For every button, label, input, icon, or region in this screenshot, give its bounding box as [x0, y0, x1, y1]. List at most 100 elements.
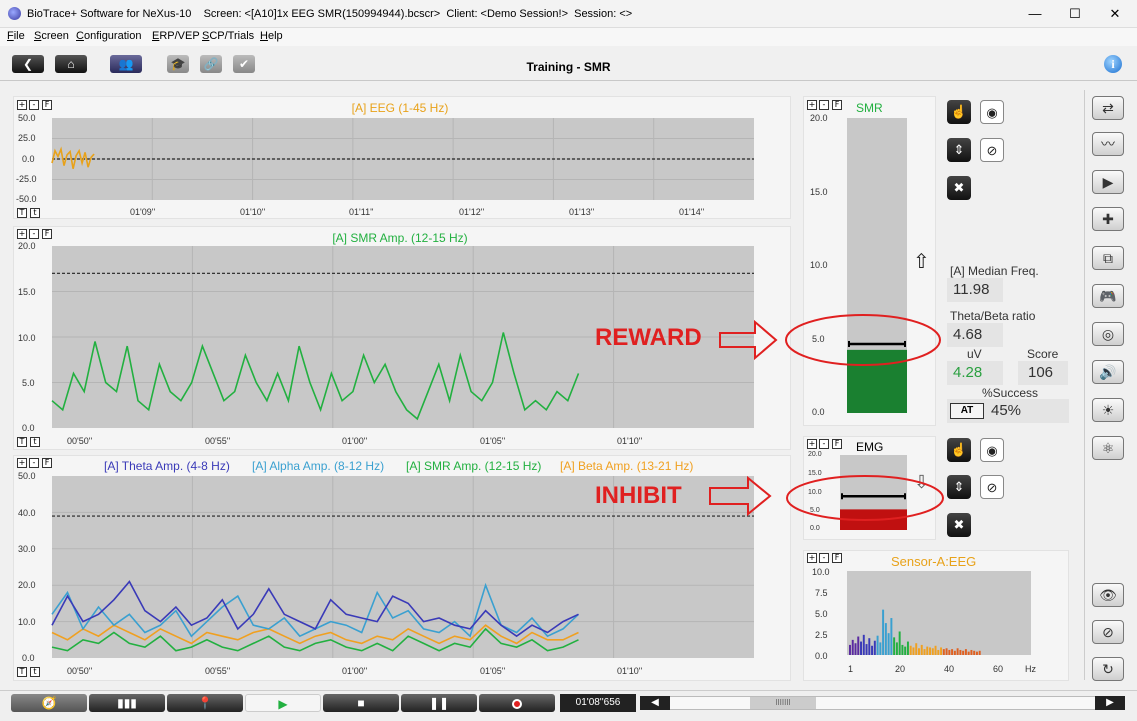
play-button[interactable]: ▶: [245, 694, 321, 712]
users-button[interactable]: 👥: [110, 55, 142, 73]
timecode-display: 01'08''656: [560, 694, 636, 712]
y-tick: 0.0: [810, 525, 820, 532]
brightness-button[interactable]: ☀: [1092, 398, 1124, 422]
puzzle-button[interactable]: ✚: [1092, 207, 1124, 231]
spectrum-bar: [862, 634, 865, 655]
legend-beta: [A] Beta Amp. (13-21 Hz): [560, 459, 694, 473]
hide-numbers-icon: ⊘: [1102, 624, 1114, 640]
atom-button[interactable]: ⚛: [1092, 436, 1124, 460]
threshold-hand-icon[interactable]: ☝: [947, 100, 971, 124]
speaker-icon: 🔊: [1099, 364, 1117, 380]
info-icon[interactable]: i: [1104, 55, 1122, 73]
media-button[interactable]: ⧉: [1092, 246, 1124, 270]
zoom-in-button[interactable]: +: [17, 458, 27, 468]
time-zoom-out-button[interactable]: t: [30, 667, 40, 677]
gamepad-icon: 🎮: [1099, 288, 1117, 304]
zoom-in-button[interactable]: +: [807, 553, 817, 563]
freeze-button[interactable]: F: [832, 553, 842, 563]
spectrum-bar: [942, 649, 945, 655]
auto-threshold-button[interactable]: AT: [950, 403, 984, 419]
y-tick: 15.0: [18, 287, 36, 297]
zoom-out-button[interactable]: -: [29, 100, 39, 110]
time-zoom-in-button[interactable]: T: [17, 437, 27, 447]
scroll-thumb[interactable]: IIIIIII: [750, 697, 816, 709]
eye-icon[interactable]: ◉: [980, 100, 1004, 124]
gauge-svg: [840, 493, 907, 530]
eye-icon[interactable]: ◉: [980, 438, 1004, 462]
maximize-button[interactable]: ☐: [1055, 2, 1095, 26]
record-button[interactable]: [479, 694, 555, 712]
inhibit-down-arrow-icon: ⇩: [914, 472, 930, 492]
spectrum-bar: [865, 644, 868, 655]
spectrum-bar: [882, 609, 885, 655]
zoom-out-button[interactable]: -: [819, 553, 829, 563]
hide-eye-icon[interactable]: ⊘: [980, 138, 1004, 162]
stop-button[interactable]: ■: [323, 694, 399, 712]
menu-scp-trials[interactable]: SCP/Trials: [202, 30, 254, 42]
timeline-scrollbar[interactable]: [640, 696, 1125, 710]
x-tick: 01'14'': [679, 207, 705, 217]
sound-button[interactable]: 🔊: [1092, 360, 1124, 384]
zoom-in-button[interactable]: +: [17, 229, 27, 239]
threshold-adjust-icon[interactable]: ⇕: [947, 475, 971, 499]
zoom-out-button[interactable]: -: [819, 439, 829, 449]
freeze-button[interactable]: F: [832, 100, 842, 110]
menu-erp-vep[interactable]: ERP/VEP: [152, 30, 200, 42]
y-tick: 20.0: [810, 113, 828, 123]
video-button[interactable]: ▶: [1092, 170, 1124, 194]
chart-view-button[interactable]: 〰: [1092, 132, 1124, 156]
time-zoom-out-button[interactable]: t: [30, 208, 40, 218]
zoom-out-button[interactable]: -: [29, 458, 39, 468]
pause-button[interactable]: ❚❚: [401, 694, 477, 712]
zoom-in-button[interactable]: +: [17, 100, 27, 110]
scroll-left-button[interactable]: ◀: [640, 696, 670, 710]
back-button[interactable]: ❮: [12, 55, 44, 73]
time-zoom-out-button[interactable]: t: [30, 437, 40, 447]
link-button[interactable]: 🔗: [200, 55, 222, 73]
reset-values-button[interactable]: ↻: [1092, 657, 1124, 681]
zoom-out-button[interactable]: -: [29, 229, 39, 239]
scroll-right-button[interactable]: ▶: [1095, 696, 1125, 710]
link-icon: 🔗: [203, 57, 219, 71]
time-zoom-in-button[interactable]: T: [17, 208, 27, 218]
game-button[interactable]: 🎮: [1092, 284, 1124, 308]
status-bar: 🧭 ▮▮▮ 📍 ▶ ■ ❚❚ 01'08''656 ◀ IIIIIII ▶: [0, 690, 1137, 721]
zoom-in-button[interactable]: +: [807, 439, 817, 449]
zoom-out-button[interactable]: -: [819, 100, 829, 110]
check-button[interactable]: ✔: [233, 55, 255, 73]
freeze-button[interactable]: F: [42, 458, 52, 468]
minimize-button[interactable]: —: [1015, 2, 1055, 26]
freeze-button[interactable]: F: [832, 439, 842, 449]
show-values-button[interactable]: 👁: [1092, 583, 1124, 607]
auto-threshold-icon[interactable]: ✖: [947, 513, 971, 537]
theta-beta-label: Theta/Beta ratio: [950, 309, 1036, 323]
threshold-hand-icon[interactable]: ☝: [947, 438, 971, 462]
spectrum-bar: [967, 651, 970, 655]
smr-line: [51, 332, 580, 421]
menu-configuration[interactable]: Configuration: [76, 30, 141, 42]
inhibit-annotation: INHIBIT: [595, 482, 682, 509]
marker-button[interactable]: 📍: [167, 694, 243, 712]
freeze-button[interactable]: F: [42, 100, 52, 110]
threshold-adjust-icon[interactable]: ⇕: [947, 138, 971, 162]
spectrum-plot: [847, 571, 1031, 655]
menu-help[interactable]: Help: [260, 30, 283, 42]
spectrum-bar: [904, 646, 907, 655]
menu-file[interactable]: File: [7, 30, 25, 42]
compass-button[interactable]: 🧭: [11, 694, 87, 712]
dvd-button[interactable]: ◎: [1092, 322, 1124, 346]
freeze-button[interactable]: F: [42, 229, 52, 239]
hide-eye-icon[interactable]: ⊘: [980, 475, 1004, 499]
hide-values-button[interactable]: ⊘: [1092, 620, 1124, 644]
close-button[interactable]: ✕: [1095, 2, 1135, 26]
education-button[interactable]: 🎓: [167, 55, 189, 73]
bar-chart-button[interactable]: ▮▮▮: [89, 694, 165, 712]
menu-screen[interactable]: Screen: [34, 30, 69, 42]
emg-bar-fill: [840, 509, 907, 530]
swap-screen-button[interactable]: ⇄: [1092, 96, 1124, 120]
y-tick: 40.0: [18, 508, 36, 518]
time-zoom-in-button[interactable]: T: [17, 667, 27, 677]
auto-threshold-icon[interactable]: ✖: [947, 176, 971, 200]
home-button[interactable]: ⌂: [55, 55, 87, 73]
zoom-in-button[interactable]: +: [807, 100, 817, 110]
